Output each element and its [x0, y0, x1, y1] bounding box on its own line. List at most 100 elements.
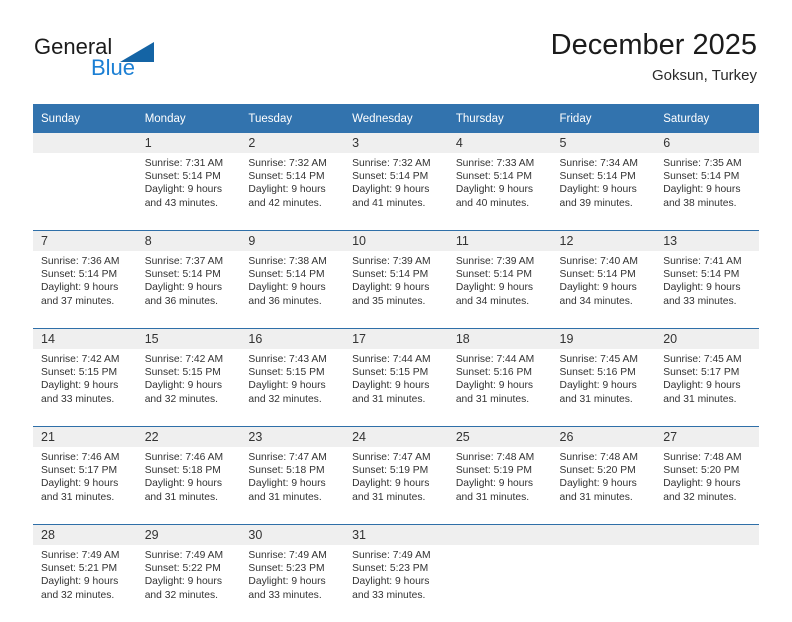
day-cell[interactable]: Sunrise: 7:34 AM Sunset: 5:14 PM Dayligh…: [551, 153, 656, 231]
day-cell[interactable]: Sunrise: 7:48 AM Sunset: 5:20 PM Dayligh…: [551, 447, 656, 525]
day-cell[interactable]: Sunrise: 7:49 AM Sunset: 5:23 PM Dayligh…: [240, 545, 345, 622]
day-number: 23: [240, 426, 345, 447]
daylight-text-line2: and 39 minutes.: [559, 197, 633, 209]
day-number: 9: [240, 230, 345, 251]
day-cell[interactable]: Sunrise: 7:48 AM Sunset: 5:19 PM Dayligh…: [447, 447, 552, 525]
day-cell[interactable]: Sunrise: 7:42 AM Sunset: 5:15 PM Dayligh…: [136, 349, 241, 427]
day-cell[interactable]: Sunrise: 7:47 AM Sunset: 5:18 PM Dayligh…: [240, 447, 345, 525]
day-cell[interactable]: [33, 153, 137, 231]
daylight-text-line2: and 42 minutes.: [248, 197, 322, 209]
day-cell[interactable]: Sunrise: 7:42 AM Sunset: 5:15 PM Dayligh…: [33, 349, 137, 427]
sunset-text: Sunset: 5:15 PM: [352, 367, 429, 379]
sunrise-text: Sunrise: 7:39 AM: [352, 256, 431, 267]
sunrise-text: Sunrise: 7:42 AM: [144, 354, 224, 365]
sunset-text: Sunset: 5:14 PM: [144, 171, 221, 183]
week-detail-row: Sunrise: 7:49 AM Sunset: 5:21 PM Dayligh…: [33, 545, 759, 622]
sunrise-text: Sunrise: 7:37 AM: [144, 256, 224, 267]
day-cell[interactable]: Sunrise: 7:38 AM Sunset: 5:14 PM Dayligh…: [240, 251, 345, 329]
day-number: 6: [655, 133, 759, 153]
logo-text-blue: Blue: [91, 55, 136, 80]
sunset-text: Sunset: 5:14 PM: [352, 171, 429, 183]
day-number: [447, 524, 552, 545]
day-cell[interactable]: Sunrise: 7:32 AM Sunset: 5:14 PM Dayligh…: [240, 153, 345, 231]
daylight-text-line1: Daylight: 9 hours: [455, 184, 534, 196]
daylight-text-line2: and 31 minutes.: [455, 393, 530, 405]
daylight-text-line1: Daylight: 9 hours: [144, 184, 222, 196]
day-cell[interactable]: Sunrise: 7:46 AM Sunset: 5:18 PM Dayligh…: [136, 447, 241, 525]
day-cell[interactable]: Sunrise: 7:32 AM Sunset: 5:14 PM Dayligh…: [344, 153, 448, 231]
day-cell[interactable]: Sunrise: 7:41 AM Sunset: 5:14 PM Dayligh…: [655, 251, 759, 329]
sunset-text: Sunset: 5:14 PM: [559, 171, 636, 183]
sunset-text: Sunset: 5:14 PM: [559, 269, 636, 281]
day-cell[interactable]: Sunrise: 7:35 AM Sunset: 5:14 PM Dayligh…: [655, 153, 759, 231]
daylight-text-line2: and 37 minutes.: [41, 295, 115, 307]
daylight-text-line2: and 32 minutes.: [663, 491, 737, 503]
daylight-text-line1: Daylight: 9 hours: [41, 576, 119, 588]
day-cell[interactable]: Sunrise: 7:47 AM Sunset: 5:19 PM Dayligh…: [344, 447, 448, 525]
week-number-row: 1 2 3 4 5 6: [33, 133, 759, 153]
daylight-text-line2: and 33 minutes.: [663, 295, 737, 307]
daylight-text-line1: Daylight: 9 hours: [248, 576, 326, 588]
general-blue-logo[interactable]: General Blue: [34, 34, 214, 88]
day-cell[interactable]: [551, 545, 656, 622]
day-cell[interactable]: Sunrise: 7:45 AM Sunset: 5:17 PM Dayligh…: [655, 349, 759, 427]
day-cell[interactable]: Sunrise: 7:39 AM Sunset: 5:14 PM Dayligh…: [447, 251, 552, 329]
day-number: 1: [136, 133, 241, 153]
weekday-header-thursday: Thursday: [447, 104, 552, 133]
day-cell[interactable]: [447, 545, 552, 622]
daylight-text-line2: and 38 minutes.: [663, 197, 737, 209]
weekday-header-monday: Monday: [136, 104, 241, 133]
day-cell[interactable]: [655, 545, 759, 622]
day-cell[interactable]: Sunrise: 7:36 AM Sunset: 5:14 PM Dayligh…: [33, 251, 137, 329]
day-number: 20: [655, 328, 759, 349]
day-cell[interactable]: Sunrise: 7:31 AM Sunset: 5:14 PM Dayligh…: [136, 153, 241, 231]
week-detail-row: Sunrise: 7:42 AM Sunset: 5:15 PM Dayligh…: [33, 349, 759, 427]
day-cell[interactable]: Sunrise: 7:48 AM Sunset: 5:20 PM Dayligh…: [655, 447, 759, 525]
day-cell[interactable]: Sunrise: 7:43 AM Sunset: 5:15 PM Dayligh…: [240, 349, 345, 427]
sunset-text: Sunset: 5:22 PM: [144, 563, 221, 575]
calendar-grid: Sunday Monday Tuesday Wednesday Thursday…: [33, 104, 759, 622]
sunset-text: Sunset: 5:21 PM: [41, 563, 118, 575]
day-cell[interactable]: Sunrise: 7:49 AM Sunset: 5:23 PM Dayligh…: [344, 545, 448, 622]
day-cell[interactable]: Sunrise: 7:44 AM Sunset: 5:15 PM Dayligh…: [344, 349, 448, 427]
daylight-text-line2: and 31 minutes.: [248, 491, 322, 503]
day-number: 5: [551, 133, 656, 153]
day-number: 28: [33, 524, 137, 545]
sunrise-text: Sunrise: 7:33 AM: [455, 158, 535, 169]
day-cell[interactable]: Sunrise: 7:37 AM Sunset: 5:14 PM Dayligh…: [136, 251, 241, 329]
day-cell[interactable]: Sunrise: 7:49 AM Sunset: 5:21 PM Dayligh…: [33, 545, 137, 622]
day-cell[interactable]: Sunrise: 7:44 AM Sunset: 5:16 PM Dayligh…: [447, 349, 552, 427]
daylight-text-line1: Daylight: 9 hours: [663, 282, 741, 294]
daylight-text-line2: and 32 minutes.: [41, 589, 115, 601]
sunrise-text: Sunrise: 7:49 AM: [248, 550, 327, 561]
calendar-header-row: Sunday Monday Tuesday Wednesday Thursday…: [33, 104, 759, 133]
daylight-text-line2: and 31 minutes.: [352, 393, 426, 405]
daylight-text-line1: Daylight: 9 hours: [248, 478, 326, 490]
sunrise-text: Sunrise: 7:32 AM: [248, 158, 327, 169]
daylight-text-line2: and 31 minutes.: [559, 393, 633, 405]
weekday-header-friday: Friday: [551, 104, 656, 133]
day-cell[interactable]: Sunrise: 7:33 AM Sunset: 5:14 PM Dayligh…: [447, 153, 552, 231]
day-cell[interactable]: Sunrise: 7:49 AM Sunset: 5:22 PM Dayligh…: [136, 545, 241, 622]
daylight-text-line1: Daylight: 9 hours: [144, 380, 222, 392]
weekday-header-saturday: Saturday: [655, 104, 759, 133]
daylight-text-line1: Daylight: 9 hours: [663, 184, 741, 196]
day-cell[interactable]: Sunrise: 7:46 AM Sunset: 5:17 PM Dayligh…: [33, 447, 137, 525]
sunset-text: Sunset: 5:17 PM: [41, 465, 118, 477]
day-number: 12: [551, 230, 656, 251]
sunset-text: Sunset: 5:14 PM: [455, 269, 532, 281]
day-cell[interactable]: Sunrise: 7:45 AM Sunset: 5:16 PM Dayligh…: [551, 349, 656, 427]
sunset-text: Sunset: 5:20 PM: [663, 465, 740, 477]
day-number: 21: [33, 426, 137, 447]
day-cell[interactable]: Sunrise: 7:40 AM Sunset: 5:14 PM Dayligh…: [551, 251, 656, 329]
daylight-text-line2: and 36 minutes.: [248, 295, 322, 307]
day-cell[interactable]: Sunrise: 7:39 AM Sunset: 5:14 PM Dayligh…: [344, 251, 448, 329]
week-number-row: 28 29 30 31: [33, 524, 759, 545]
weekday-header-tuesday: Tuesday: [240, 104, 345, 133]
daylight-text-line2: and 33 minutes.: [41, 393, 115, 405]
day-number: 19: [551, 328, 656, 349]
day-number: 14: [33, 328, 137, 349]
sunset-text: Sunset: 5:19 PM: [455, 465, 532, 477]
daylight-text-line2: and 31 minutes.: [559, 491, 633, 503]
page-subtitle-location: Goksun, Turkey: [651, 67, 757, 84]
